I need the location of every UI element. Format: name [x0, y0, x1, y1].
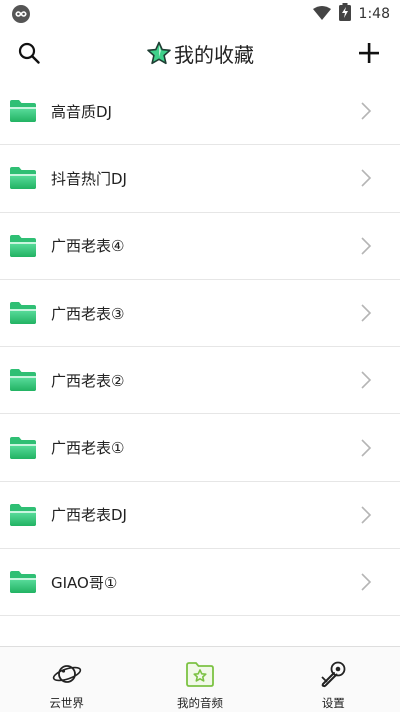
plus-icon [359, 43, 379, 63]
battery-charging-icon [338, 3, 351, 25]
folder-name: 广西老表② [51, 371, 125, 390]
wifi-icon [312, 5, 331, 24]
folder-name: 广西老表DJ [51, 506, 127, 525]
chevron-right-icon [361, 169, 372, 188]
folder-icon [10, 436, 36, 459]
folder-name: 广西老表④ [51, 237, 125, 256]
nav-item-cloud-world[interactable]: 云世界 [0, 647, 133, 712]
top-app-bar: 我的收藏 [0, 28, 400, 78]
add-button[interactable] [354, 38, 384, 68]
folder-list-item[interactable]: 高音质DJ [0, 78, 400, 146]
folder-list-item[interactable]: 广西老表DJ [0, 482, 400, 550]
star-icon [147, 41, 171, 65]
chevron-right-icon [361, 102, 372, 120]
folder-name: 高音质DJ [51, 102, 112, 121]
folder-list: 高音质DJ 抖音热门DJ 广西老表④ 广西老表③ 广西老表② 广西老表① 广西老… [0, 78, 400, 617]
folder-name: 抖音热门DJ [51, 169, 127, 188]
status-time: 1:48 [358, 6, 390, 22]
folder-icon [10, 167, 36, 190]
app-screen: 1:48 我的收藏 高音质DJ 抖音热门DJ 广西老表④ 广西老表③ 广西老表②… [0, 0, 400, 712]
folder-icon [10, 234, 36, 257]
title-group: 我的收藏 [146, 39, 254, 68]
folder-name: 广西老表③ [51, 304, 125, 323]
chevron-right-icon [361, 304, 372, 322]
folder-list-item[interactable]: 广西老表① [0, 414, 400, 482]
folder-icon [10, 302, 36, 325]
folder-name: 广西老表① [51, 439, 125, 458]
nav-label: 云世界 [49, 696, 84, 710]
folder-icon [10, 369, 36, 392]
bottom-navigation: 云世界 我的音频 设置 [0, 646, 400, 712]
folder-icon [10, 571, 36, 594]
chevron-right-icon [361, 371, 372, 389]
folder-name: GIAO哥① [51, 573, 118, 592]
wrench-gear-icon [318, 659, 348, 689]
folder-list-item[interactable]: GIAO哥① [0, 549, 400, 617]
folder-list-item[interactable]: 抖音热门DJ [0, 145, 400, 213]
chevron-right-icon [361, 439, 372, 457]
planet-icon [52, 659, 82, 689]
folder-icon [10, 100, 36, 123]
app-indicator-icon [12, 5, 30, 23]
nav-label: 我的音频 [176, 696, 223, 710]
nav-item-settings[interactable]: 设置 [267, 647, 400, 712]
search-button[interactable] [14, 38, 44, 68]
folder-icon [10, 503, 36, 526]
page-title: 我的收藏 [174, 42, 254, 67]
chevron-right-icon [361, 506, 372, 524]
nav-item-my-audio[interactable]: 我的音频 [133, 647, 266, 712]
folder-list-item[interactable]: 广西老表④ [0, 213, 400, 280]
search-icon [18, 42, 40, 64]
nav-label: 设置 [321, 696, 345, 710]
folder-list-item[interactable]: 广西老表③ [0, 280, 400, 348]
status-bar: 1:48 [0, 0, 400, 28]
chevron-right-icon [361, 573, 372, 591]
folder-star-icon [185, 659, 215, 689]
chevron-right-icon [361, 237, 372, 255]
folder-list-item[interactable]: 广西老表② [0, 347, 400, 415]
